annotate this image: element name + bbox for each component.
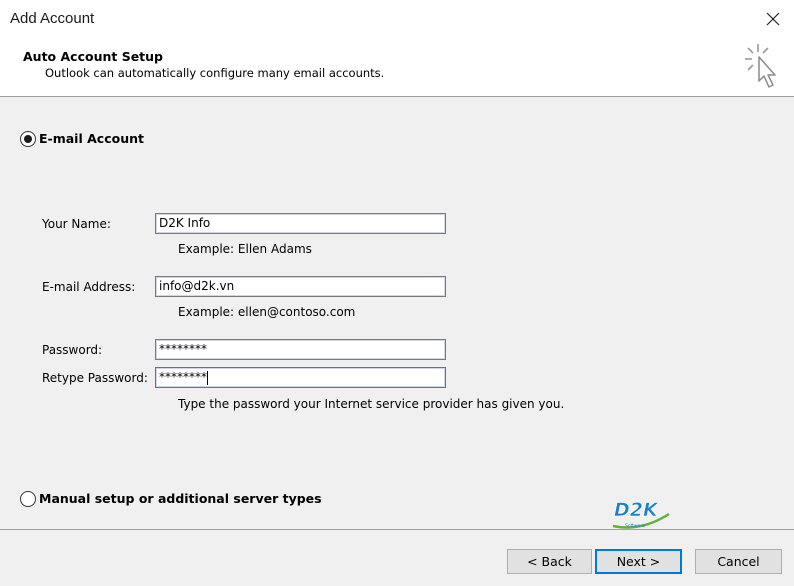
manual-setup-label[interactable]: Manual setup or additional server types [39, 491, 322, 506]
your-name-example: Example: Ellen Adams [178, 242, 312, 256]
password-input[interactable]: ******** [155, 339, 446, 360]
text-caret [207, 370, 208, 385]
header-title: Auto Account Setup [23, 49, 163, 64]
d2k-logo: D2K Software [612, 499, 670, 529]
retype-password-label: Retype Password: [42, 371, 148, 385]
next-button[interactable]: Next > [595, 549, 682, 574]
password-value: ******** [159, 342, 207, 356]
your-name-value: D2K Info [159, 216, 211, 230]
your-name-label: Your Name: [42, 217, 111, 231]
email-address-input[interactable]: info@d2k.vn [155, 276, 446, 297]
close-button[interactable] [752, 0, 794, 38]
password-label: Password: [42, 343, 103, 357]
content-panel [0, 97, 794, 529]
logo-text: D2K [614, 499, 659, 521]
retype-password-input[interactable]: ******** [155, 367, 446, 388]
email-account-radio[interactable] [20, 131, 36, 147]
title-bar: Add Account [0, 0, 794, 38]
cancel-button[interactable]: Cancel [695, 549, 782, 574]
email-account-label[interactable]: E-mail Account [39, 131, 144, 146]
back-button[interactable]: < Back [507, 549, 592, 574]
header-panel: Auto Account Setup Outlook can automatic… [0, 38, 794, 96]
auto-setup-cursor-icon [745, 44, 776, 88]
password-hint: Type the password your Internet service … [178, 397, 565, 411]
email-address-example: Example: ellen@contoso.com [178, 305, 356, 319]
email-address-value: info@d2k.vn [159, 279, 235, 293]
manual-setup-radio[interactable] [20, 491, 36, 507]
retype-password-value: ******** [159, 370, 207, 384]
header-subtitle: Outlook can automatically configure many… [45, 66, 385, 80]
radio-selected-dot [24, 135, 32, 143]
your-name-input[interactable]: D2K Info [155, 213, 446, 234]
email-address-label: E-mail Address: [42, 280, 136, 294]
window-title: Add Account [10, 10, 95, 27]
close-icon [766, 12, 780, 26]
